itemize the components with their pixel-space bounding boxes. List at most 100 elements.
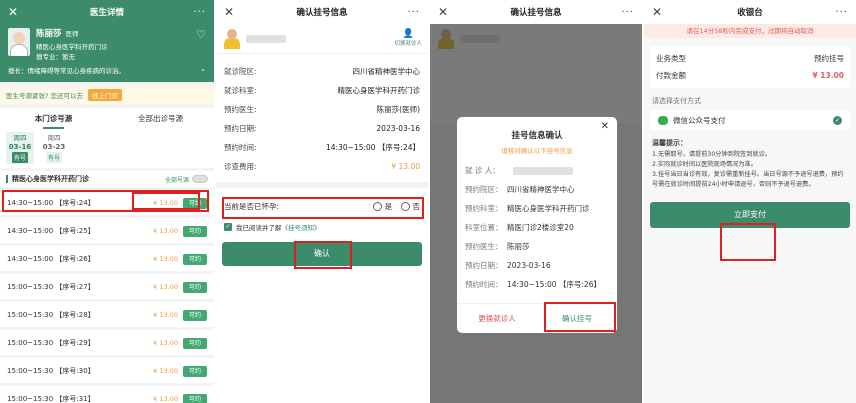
dialog-row: 预约科室： 精医心身医学科开药门诊 xyxy=(465,204,590,213)
slot-time: 15:00~15:30 【序号:30】 xyxy=(7,366,95,375)
slot-time: 15:00~15:30 【序号:31】 xyxy=(7,394,95,403)
dialog-subtitle: 请核对确认以下挂号信息 xyxy=(501,147,573,155)
doctor-intro: 擅长：情绪障碍等常见心身疾病的诊治。 xyxy=(8,67,125,75)
date-picker: 周四 03-16 有号 周四 03-23 有号 xyxy=(0,128,214,168)
info-row: 就诊科室: 精医心身医学科开药门诊 xyxy=(224,86,420,95)
notice-bar: 医生号源紧张? 您还可以去 线上门诊 xyxy=(0,86,214,104)
top-bar: ✕ 确认挂号信息 ··· xyxy=(430,0,642,24)
notice-link[interactable]: 《挂号须知》 xyxy=(282,222,321,232)
book-button[interactable]: 可约 xyxy=(182,366,207,377)
agreement-row: ✓ 我已阅读并了解 《挂号须知》 xyxy=(224,222,321,232)
slot-row[interactable]: 14:30~15:00 【序号:25】 ¥ 13.00 可约 xyxy=(0,218,214,243)
confirm-registration-button[interactable]: 确认挂号 xyxy=(537,304,617,333)
all-sources-label: 全部号源 xyxy=(164,176,189,184)
pay-method-wechat[interactable]: 微信公众号支付 ✓ xyxy=(650,110,850,130)
dialog-row: 预约时间： 14:30~15:00 【序号:26】 xyxy=(465,280,601,289)
dialog-row: 科室位置： 精医门诊2楼诊室20 xyxy=(465,223,574,232)
confirm-button[interactable]: 确认 xyxy=(222,242,422,266)
slot-price: ¥ 13.00 xyxy=(153,311,178,319)
payment-countdown: 请在14分58秒内完成支付，过期将自动取消 xyxy=(644,24,856,38)
tab-this-clinic[interactable]: 本门诊号源 xyxy=(0,113,107,129)
chevron-down-icon[interactable]: ⌄ xyxy=(200,65,206,73)
slot-price: ¥ 13.00 xyxy=(153,283,178,291)
slot-row[interactable]: 15:00~15:30 【序号:28】 ¥ 13.00 可约 xyxy=(0,302,214,327)
page-title: 收银台 xyxy=(737,8,763,18)
more-icon[interactable]: ··· xyxy=(620,7,634,18)
book-button[interactable]: 可约 xyxy=(182,198,207,209)
close-icon[interactable]: ✕ xyxy=(224,5,238,19)
book-button[interactable]: 可约 xyxy=(182,254,207,265)
biz-type-value: 预约挂号 xyxy=(814,54,844,63)
doctor-specialty: 擅专业：暂无 xyxy=(36,53,75,61)
dialog-row: 就 诊 人： xyxy=(457,161,617,180)
amount-value: ¥ 13.00 xyxy=(812,71,844,80)
slot-price: ¥ 13.00 xyxy=(153,395,178,403)
dialog-row: 预约院区： 四川省精神医学中心 xyxy=(465,185,575,194)
date-item[interactable]: 周四 03-16 有号 xyxy=(6,132,34,164)
heart-icon[interactable]: ♡ xyxy=(196,28,206,41)
info-row: 预约日期: 2023-03-16 xyxy=(224,124,420,133)
slot-row[interactable]: 15:00~15:30 【序号:30】 ¥ 13.00 可约 xyxy=(0,358,214,383)
page-title: 确认挂号信息 xyxy=(296,8,348,18)
slot-time: 14:30~15:00 【序号:25】 xyxy=(7,226,95,235)
slot-time: 15:00~15:30 【序号:27】 xyxy=(7,282,95,291)
close-icon[interactable]: ✕ xyxy=(438,5,452,19)
top-bar: ✕ 医生详情 ··· xyxy=(0,0,214,24)
close-icon[interactable]: ✕ xyxy=(652,5,666,19)
pregnancy-question: 当前是否已怀孕: 是 否 xyxy=(224,201,420,211)
avatar xyxy=(8,28,30,56)
slot-row[interactable]: 15:00~15:30 【序号:29】 ¥ 13.00 可约 xyxy=(0,330,214,355)
doctor-dept: 精医心身医学科开药门诊 xyxy=(36,43,108,51)
slot-time: 14:30~15:00 【序号:24】 xyxy=(7,198,95,207)
avatar xyxy=(224,28,240,49)
book-button[interactable]: 可约 xyxy=(182,282,207,293)
info-row: 诊查费用: ¥ 13.00 xyxy=(224,162,420,171)
all-sources-toggle[interactable] xyxy=(192,175,208,183)
confirm-registration-screen: ✕ 确认挂号信息 ··· 👤 切换就诊人 就诊院区: 四川省精神医学中心 就诊科室… xyxy=(216,0,428,403)
slot-time: 15:00~15:30 【序号:29】 xyxy=(7,338,95,347)
slot-time: 14:30~15:00 【序号:26】 xyxy=(7,254,95,263)
page-title: 医生详情 xyxy=(89,8,124,18)
tab-all-sources[interactable]: 全部出诊号源 xyxy=(107,113,214,124)
pay-method-label: 请选择支付方式 xyxy=(652,97,701,105)
switch-patient-button[interactable]: 👤 切换就诊人 xyxy=(394,29,422,47)
order-summary: 业务类型 预约挂号 付款金额 ¥ 13.00 xyxy=(650,46,850,88)
slot-row[interactable]: 14:30~15:00 【序号:26】 ¥ 13.00 可约 xyxy=(0,246,214,271)
notice-text: 医生号源紧张? 您还可以去 xyxy=(6,92,84,100)
date-item[interactable]: 周四 03-23 有号 xyxy=(40,132,68,164)
more-icon[interactable]: ··· xyxy=(192,7,206,18)
dialog-close-icon[interactable]: ✕ xyxy=(601,121,609,132)
slot-price: ¥ 13.00 xyxy=(153,339,178,347)
confirm-dialog: ✕ 挂号信息确认 请核对确认以下挂号信息 就 诊 人： 预约院区： 四川省精神医学… xyxy=(457,117,617,333)
close-icon[interactable]: ✕ xyxy=(8,5,22,19)
book-button[interactable]: 可约 xyxy=(182,394,207,403)
more-icon[interactable]: ··· xyxy=(406,7,420,18)
more-icon[interactable]: ··· xyxy=(834,7,848,18)
pregnant-yes-radio[interactable] xyxy=(372,202,382,211)
agree-checkbox[interactable]: ✓ xyxy=(224,223,232,231)
pay-now-button[interactable]: 立即支付 xyxy=(650,202,850,228)
book-button[interactable]: 可约 xyxy=(182,226,207,237)
book-button[interactable]: 可约 xyxy=(182,338,207,349)
slot-row[interactable]: 15:00~15:30 【序号:27】 ¥ 13.00 可约 xyxy=(0,274,214,299)
book-button[interactable]: 可约 xyxy=(182,310,207,321)
dept-name: 精医心身医学科开药门诊 xyxy=(12,175,89,183)
pregnant-no-radio[interactable] xyxy=(400,202,410,211)
top-bar: ✕ 确认挂号信息 ··· xyxy=(216,0,428,24)
dept-row: 精医心身医学科开药门诊 全部号源 xyxy=(0,171,214,187)
change-patient-button[interactable]: 更换就诊人 xyxy=(457,304,537,333)
slot-row[interactable]: 14:30~15:00 【序号:24】 ¥ 13.00 可约 xyxy=(0,190,214,215)
checkout-screen: ✕ 收银台 ··· 请在14分58秒内完成支付，过期将自动取消 业务类型 预约挂号… xyxy=(644,0,856,403)
slot-price: ¥ 13.00 xyxy=(153,367,178,375)
info-row: 就诊院区: 四川省精神医学中心 xyxy=(224,67,420,76)
dialog-title: 挂号信息确认 xyxy=(511,131,563,141)
online-clinic-button[interactable]: 线上门诊 xyxy=(88,89,123,101)
registration-dialog-screen: ✕ 确认挂号信息 ··· ✕ 挂号信息确认 请核对确认以下挂号信息 就 诊 人：… xyxy=(430,0,642,403)
patient-card: 👤 切换就诊人 xyxy=(216,24,428,54)
slot-row[interactable]: 15:00~15:30 【序号:31】 ¥ 13.00 可约 xyxy=(0,386,214,403)
dialog-row: 预约日期： 2023-03-16 xyxy=(465,261,551,270)
doctor-header: 陈丽莎 医师 精医心身医学科开药门诊 擅专业：暂无 ♡ 擅长：情绪障碍等常见心身疾… xyxy=(0,24,214,82)
page-title: 确认挂号信息 xyxy=(510,8,562,18)
user-switch-icon: 👤 xyxy=(402,29,414,39)
slot-price: ¥ 13.00 xyxy=(153,255,178,263)
